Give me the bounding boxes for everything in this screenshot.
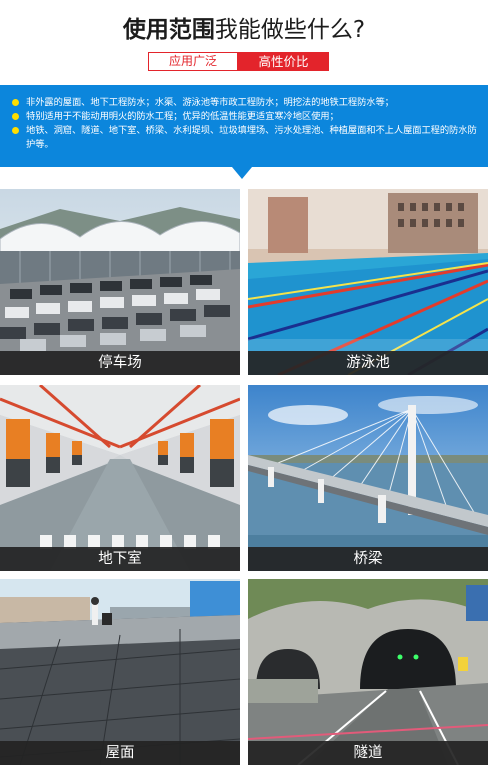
usage-banner: 非外露的屋面、地下工程防水；水渠、游泳池等市政工程防水；明挖法的地铁工程防水等；… [0, 85, 488, 167]
usage-item: 地铁、洞窟、隧道、地下室、桥梁、水利堤坝、垃圾填埋场、污水处理池、种植屋面和不上… [12, 124, 482, 152]
tile-label-parking: 停车场 [0, 351, 240, 375]
usage-item-text: 特别适用于不能动用明火的防水工程；优异的低温性能更适宜寒冷地区使用； [26, 111, 339, 122]
swimming-pool-photo [248, 189, 488, 375]
gallery-tile-parking: 停车场 [0, 189, 240, 375]
roof-photo [0, 579, 240, 765]
usage-item-text: 非外露的屋面、地下工程防水；水渠、游泳池等市政工程防水；明挖法的地铁工程防水等； [26, 97, 394, 108]
tile-label-roof: 屋面 [0, 741, 240, 765]
tag-high-value: 高性价比 [238, 52, 329, 71]
gallery-tile-bridge: 桥梁 [248, 385, 488, 571]
page-title-bold: 使用范围 [122, 17, 215, 43]
gallery-tile-roof: 屋面 [0, 579, 240, 765]
gallery-tile-tunnel: 隧道 [248, 579, 488, 765]
tag-pills: 应用广泛 高性价比 [148, 52, 329, 71]
banner-pointer [232, 167, 252, 179]
bullet-dot-icon [12, 127, 19, 134]
parking-lot-photo [0, 189, 240, 375]
basement-garage-photo [0, 385, 240, 571]
usage-item: 非外露的屋面、地下工程防水；水渠、游泳池等市政工程防水；明挖法的地铁工程防水等； [12, 96, 482, 110]
page-title: 使用范围我能做些什么? [0, 14, 488, 46]
tile-label-bridge: 桥梁 [248, 547, 488, 571]
bullet-dot-icon [12, 99, 19, 106]
bridge-photo [248, 385, 488, 571]
tile-label-pool: 游泳池 [248, 351, 488, 375]
gallery-tile-pool: 游泳池 [248, 189, 488, 375]
page-title-rest: 我能做些什么? [214, 17, 366, 43]
usage-item: 特别适用于不能动用明火的防水工程；优异的低温性能更适宜寒冷地区使用； [12, 110, 482, 124]
gallery-tile-basement: 地下室 [0, 385, 240, 571]
tag-wide-application: 应用广泛 [148, 52, 238, 71]
bullet-dot-icon [12, 113, 19, 120]
tile-label-basement: 地下室 [0, 547, 240, 571]
usage-list: 非外露的屋面、地下工程防水；水渠、游泳池等市政工程防水；明挖法的地铁工程防水等；… [12, 96, 482, 152]
usage-item-text: 地铁、洞窟、隧道、地下室、桥梁、水利堤坝、垃圾填埋场、污水处理池、种植屋面和不上… [26, 125, 477, 150]
tunnel-photo [248, 579, 488, 765]
tile-label-tunnel: 隧道 [248, 741, 488, 765]
